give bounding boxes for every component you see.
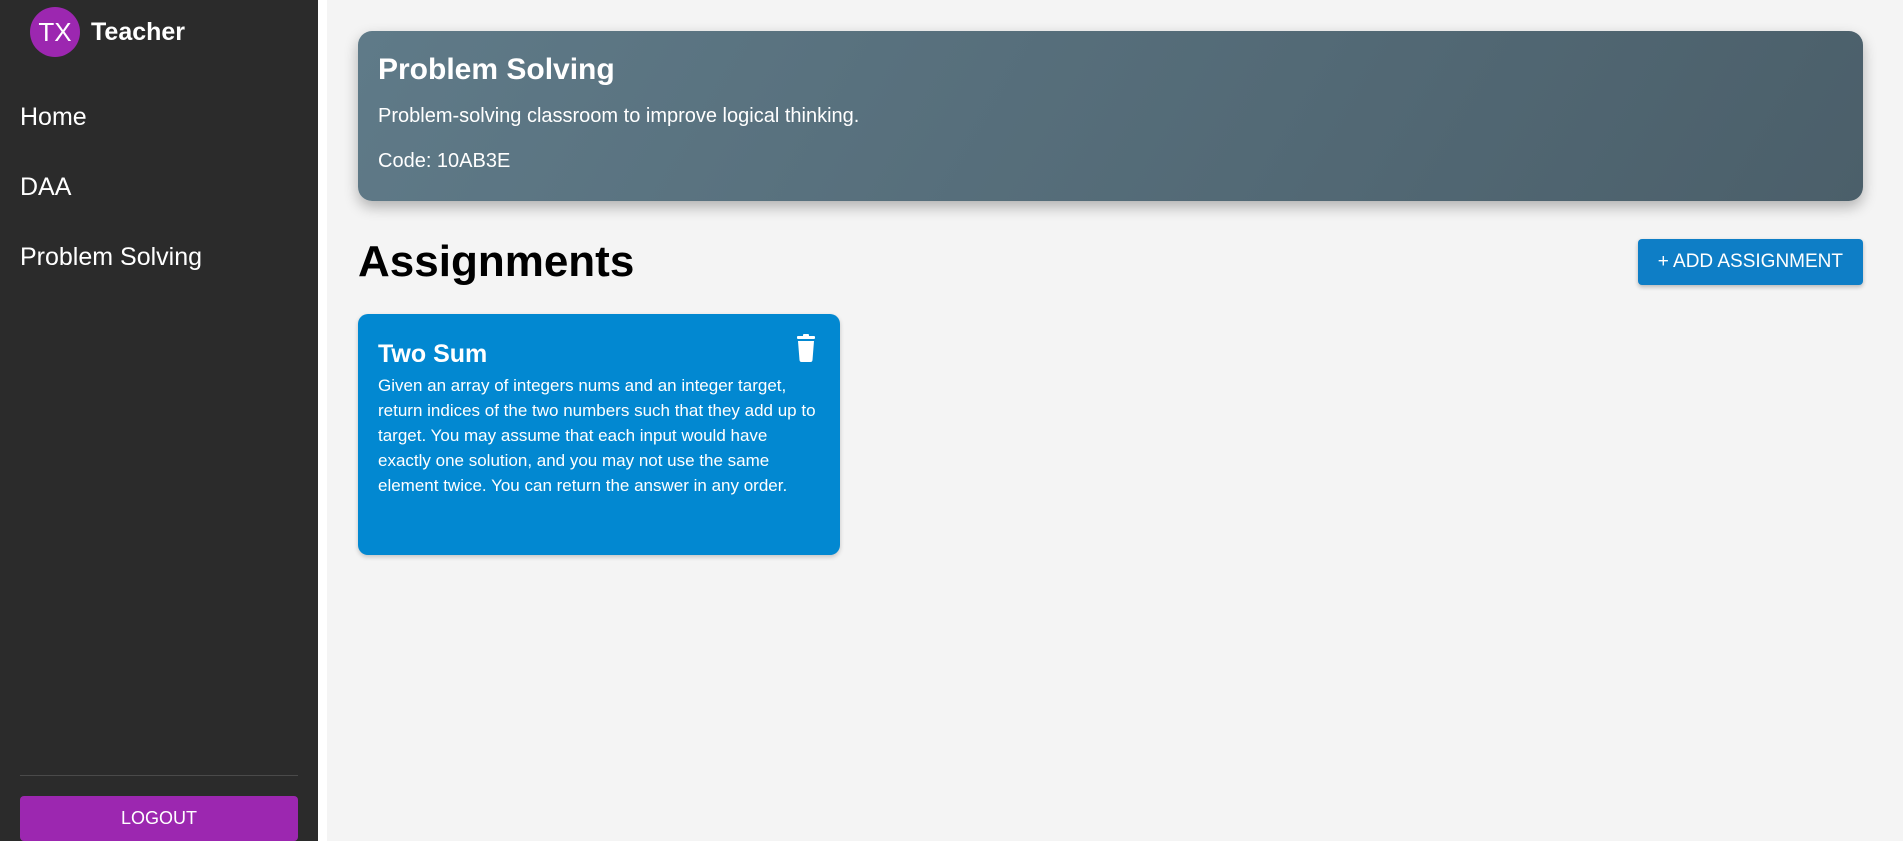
- assignment-list: Two Sum Given an array of integers nums …: [358, 314, 1873, 555]
- assignments-header: Assignments + ADD ASSIGNMENT: [358, 237, 1863, 287]
- main-content: Problem Solving Problem-solving classroo…: [327, 0, 1903, 841]
- assignment-description: Given an array of integers nums and an i…: [378, 376, 816, 495]
- sidebar-nav: Home DAA Problem Solving: [0, 82, 318, 292]
- user-profile: TX Teacher: [0, 0, 318, 58]
- sidebar-item-problem-solving[interactable]: Problem Solving: [0, 222, 318, 292]
- classroom-code: Code: 10AB3E: [378, 150, 511, 172]
- avatar[interactable]: TX: [30, 7, 80, 57]
- classroom-title: Problem Solving: [378, 53, 615, 86]
- sidebar-footer: LOGOUT: [20, 775, 298, 841]
- assignment-title: Two Sum: [378, 340, 488, 368]
- logout-button[interactable]: LOGOUT: [20, 796, 298, 841]
- sidebar-item-home[interactable]: Home: [0, 82, 318, 152]
- user-name: Teacher: [91, 17, 186, 46]
- classroom-description: Problem-solving classroom to improve log…: [378, 105, 860, 127]
- sidebar-divider: [20, 775, 298, 776]
- assignment-card[interactable]: Two Sum Given an array of integers nums …: [358, 314, 840, 555]
- assignments-heading: Assignments: [358, 237, 635, 286]
- add-assignment-button[interactable]: + ADD ASSIGNMENT: [1637, 239, 1863, 285]
- sidebar-item-daa[interactable]: DAA: [0, 152, 318, 222]
- sidebar: TX Teacher Home DAA Problem Solving LOGO…: [0, 0, 327, 841]
- classroom-banner: Problem Solving Problem-solving classroo…: [358, 31, 1863, 201]
- app-root: TX Teacher Home DAA Problem Solving LOGO…: [0, 0, 1903, 841]
- trash-icon[interactable]: [794, 334, 818, 362]
